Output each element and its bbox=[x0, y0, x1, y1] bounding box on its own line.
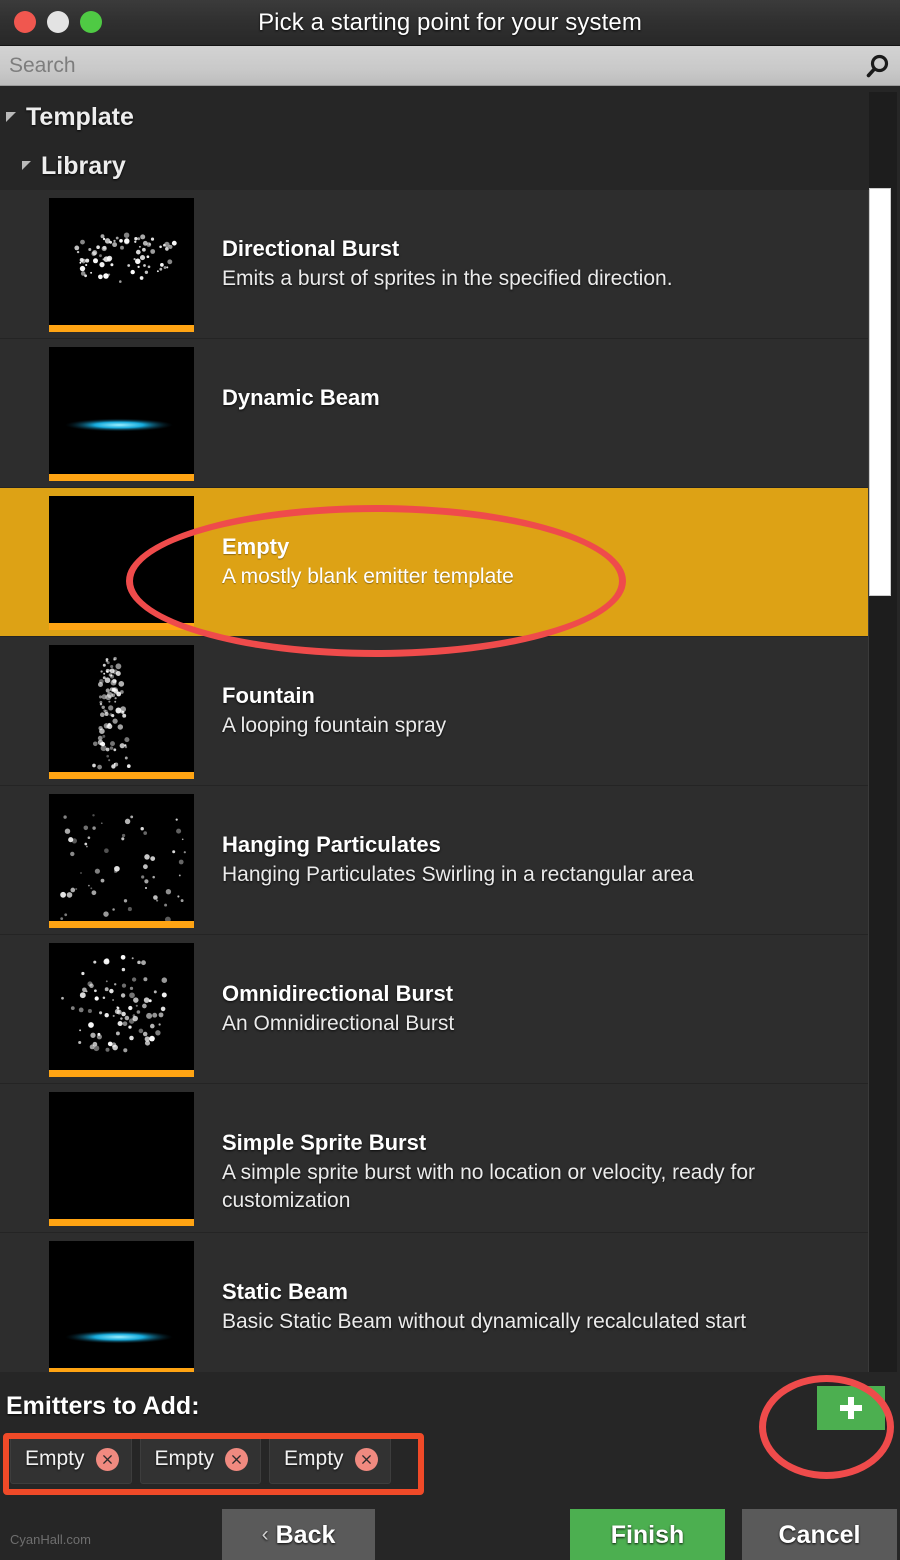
template-description: An Omnidirectional Burst bbox=[222, 1012, 455, 1035]
finish-button-label: Finish bbox=[610, 1520, 685, 1549]
template-title: Empty bbox=[222, 534, 290, 559]
template-preview-image bbox=[49, 1241, 194, 1372]
template-text-block: Dynamic Beam bbox=[222, 384, 380, 412]
template-thumbnail bbox=[49, 198, 194, 332]
watermark: CyanHall.com bbox=[10, 1532, 91, 1547]
emitter-chip-label: Empty bbox=[25, 1447, 85, 1470]
template-description: Hanging Particulates Swirling in a recta… bbox=[222, 863, 694, 886]
template-list[interactable]: Directional Burst Emits a burst of sprite… bbox=[0, 190, 868, 1372]
emitter-chip[interactable]: Empty bbox=[10, 1434, 132, 1484]
template-accent-bar bbox=[49, 1070, 194, 1077]
template-thumbnail bbox=[49, 347, 194, 481]
template-text-block: Empty A mostly blank emitter template bbox=[222, 533, 514, 591]
template-accent-bar bbox=[49, 921, 194, 928]
tree-node-library-label: Library bbox=[41, 152, 126, 180]
add-emitter-button[interactable] bbox=[817, 1386, 885, 1430]
template-title: Omnidirectional Burst bbox=[222, 981, 454, 1006]
template-picker-window: Pick a starting point for your system Te… bbox=[0, 0, 900, 1560]
template-thumbnail bbox=[49, 943, 194, 1077]
template-accent-bar bbox=[49, 325, 194, 332]
template-row[interactable]: Simple Sprite Burst A simple sprite burst… bbox=[0, 1084, 868, 1233]
cancel-button[interactable]: Cancel bbox=[742, 1509, 897, 1560]
template-text-block: Static Beam Basic Static Beam without dyn… bbox=[222, 1278, 746, 1336]
finish-button[interactable]: Finish bbox=[570, 1509, 725, 1560]
template-row[interactable]: Dynamic Beam bbox=[0, 339, 868, 488]
search-input[interactable] bbox=[9, 46, 829, 86]
template-thumbnail bbox=[49, 1241, 194, 1372]
template-row[interactable]: Omnidirectional Burst An Omnidirectional … bbox=[0, 935, 868, 1084]
title-bar: Pick a starting point for your system bbox=[0, 0, 900, 46]
template-description: Basic Static Beam without dynamically re… bbox=[222, 1310, 747, 1333]
tree-node-library[interactable]: Library bbox=[22, 152, 126, 181]
template-thumbnail bbox=[49, 496, 194, 630]
template-row[interactable]: Hanging Particulates Hanging Particulates… bbox=[0, 786, 868, 935]
template-preview-image bbox=[49, 496, 194, 630]
template-title: Hanging Particulates bbox=[222, 832, 441, 857]
tree-node-template[interactable]: Template bbox=[6, 103, 134, 132]
back-button-label: Back bbox=[275, 1520, 336, 1549]
chevron-down-icon bbox=[6, 111, 16, 122]
close-circle-icon[interactable] bbox=[354, 1447, 378, 1471]
template-thumbnail bbox=[49, 794, 194, 928]
emitters-to-add-list: Empty Empty Empty bbox=[10, 1434, 391, 1484]
template-preview-image bbox=[49, 645, 194, 779]
chevron-left-icon: ‹ bbox=[261, 1523, 269, 1546]
template-row[interactable]: Empty A mostly blank emitter template bbox=[0, 488, 868, 637]
template-accent-bar bbox=[49, 1219, 194, 1226]
template-preview-image bbox=[49, 347, 194, 481]
tree-node-template-label: Template bbox=[26, 103, 134, 131]
template-title: Directional Burst bbox=[222, 236, 400, 261]
template-row[interactable]: Fountain A looping fountain spray bbox=[0, 637, 868, 786]
template-text-block: Hanging Particulates Hanging Particulates… bbox=[222, 831, 694, 889]
close-circle-icon[interactable] bbox=[95, 1447, 119, 1471]
list-scrollbar-thumb[interactable] bbox=[869, 188, 891, 596]
emitter-chip-label: Empty bbox=[154, 1447, 215, 1470]
template-title: Simple Sprite Burst bbox=[222, 1130, 427, 1155]
window-title: Pick a starting point for your system bbox=[258, 9, 642, 36]
close-circle-icon[interactable] bbox=[225, 1447, 249, 1471]
template-text-block: Omnidirectional Burst An Omnidirectional … bbox=[222, 980, 454, 1038]
emitter-chip[interactable]: Empty bbox=[269, 1434, 391, 1484]
template-preview-image bbox=[49, 198, 194, 332]
template-description: A looping fountain spray bbox=[222, 714, 447, 737]
template-row[interactable]: Static Beam Basic Static Beam without dyn… bbox=[0, 1233, 868, 1372]
template-thumbnail bbox=[49, 1092, 194, 1226]
template-description: A mostly blank emitter template bbox=[222, 565, 514, 588]
template-accent-bar bbox=[49, 623, 194, 630]
template-description: A simple sprite burst with no location o… bbox=[222, 1161, 756, 1212]
search-bar bbox=[0, 46, 900, 86]
template-preview-image bbox=[49, 943, 194, 1077]
search-icon[interactable] bbox=[864, 54, 890, 80]
list-scrollbar-track[interactable] bbox=[869, 92, 897, 1374]
template-title: Fountain bbox=[222, 683, 315, 708]
template-preview-image bbox=[49, 1092, 194, 1226]
template-text-block: Directional Burst Emits a burst of sprite… bbox=[222, 235, 673, 293]
template-text-block: Fountain A looping fountain spray bbox=[222, 682, 446, 740]
back-button[interactable]: ‹ Back bbox=[222, 1509, 375, 1560]
template-text-block: Simple Sprite Burst A simple sprite burst… bbox=[222, 1129, 862, 1215]
template-title: Static Beam bbox=[222, 1279, 348, 1304]
cancel-button-label: Cancel bbox=[778, 1520, 861, 1549]
template-accent-bar bbox=[49, 772, 194, 779]
template-accent-bar bbox=[49, 474, 194, 481]
template-title: Dynamic Beam bbox=[222, 385, 380, 410]
template-description: Emits a burst of sprites in the specifie… bbox=[222, 267, 673, 290]
template-preview-image bbox=[49, 794, 194, 928]
emitter-chip-label: Empty bbox=[284, 1447, 344, 1470]
emitters-to-add-label: Emitters to Add: bbox=[6, 1392, 200, 1420]
template-row[interactable]: Directional Burst Emits a burst of sprite… bbox=[0, 190, 868, 339]
chevron-down-icon bbox=[22, 161, 31, 170]
emitter-chip[interactable]: Empty bbox=[139, 1434, 262, 1484]
template-thumbnail bbox=[49, 645, 194, 779]
